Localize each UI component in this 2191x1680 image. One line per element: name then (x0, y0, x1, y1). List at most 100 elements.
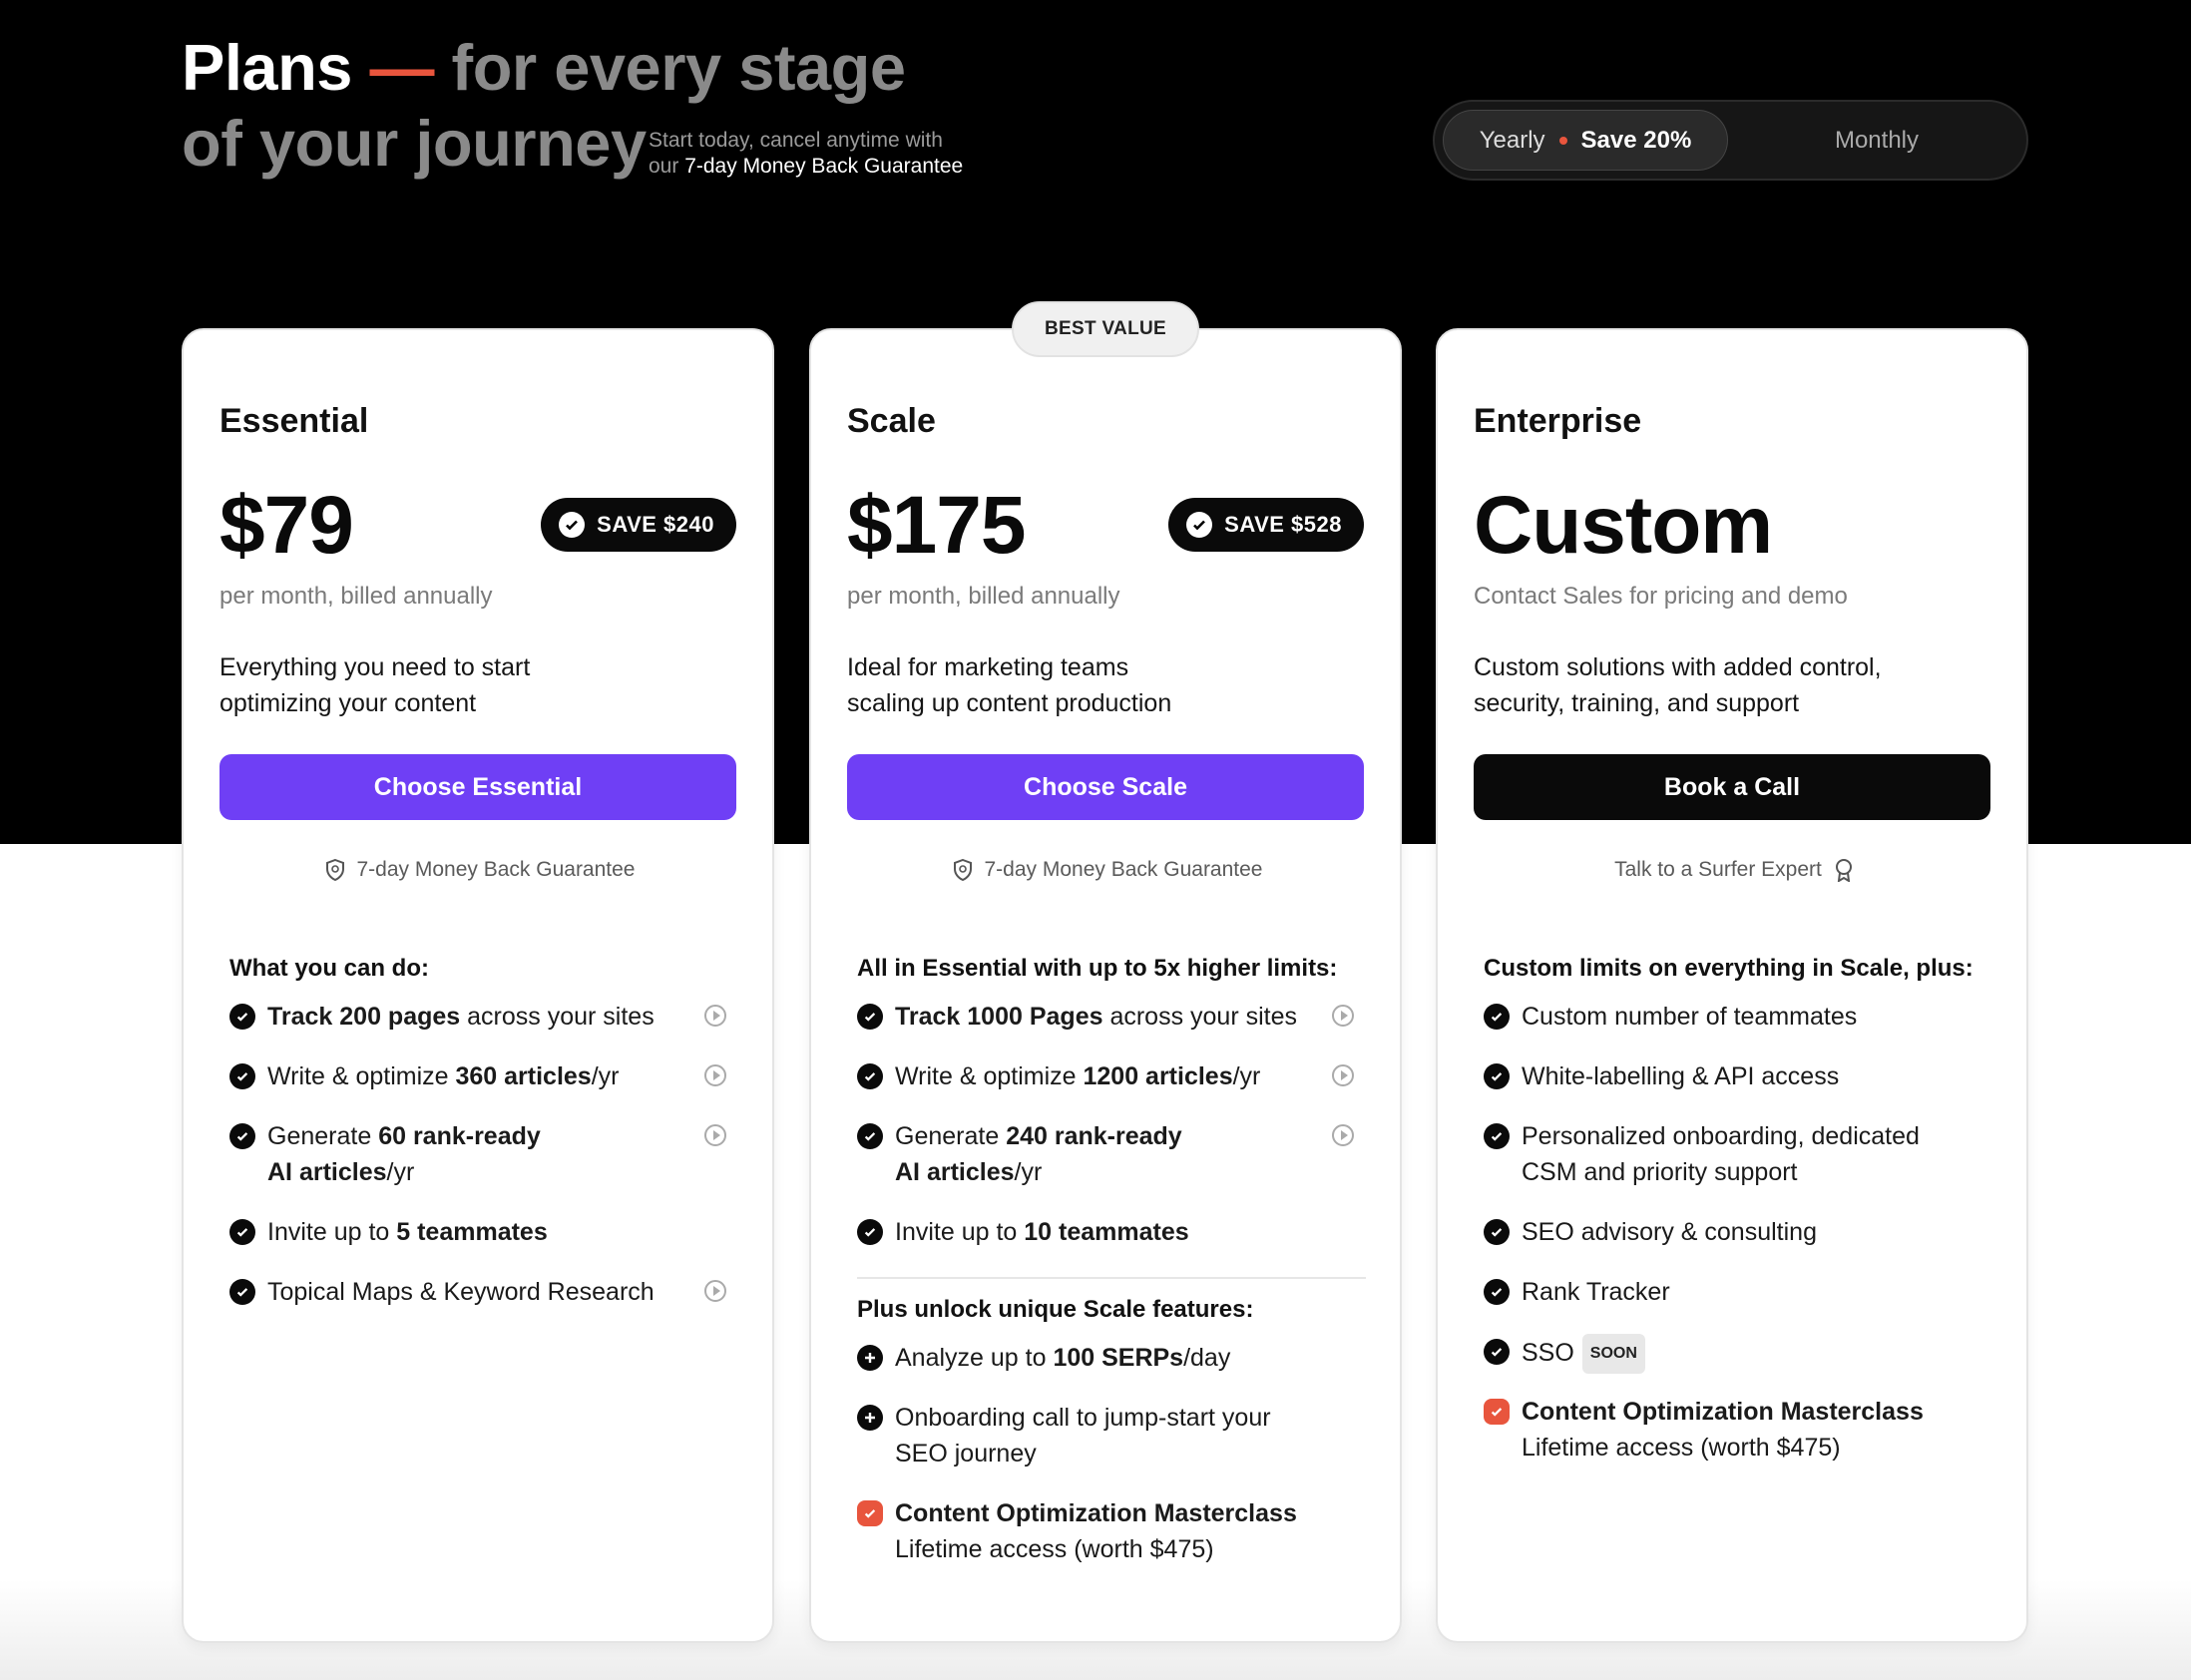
yearly-save-label: Save 20% (1580, 126, 1692, 154)
feature-text: Personalized onboarding, dedicated (1522, 1122, 1920, 1150)
billing-note: per month, billed annually (219, 583, 493, 610)
hero-subtitle: Start today, cancel anytime with our 7-d… (649, 128, 963, 180)
subtitle-our: our (649, 155, 679, 178)
feature-item: Topical Maps & Keyword Research (229, 1274, 738, 1310)
talk-to-expert-link[interactable]: Talk to a Surfer Expert (1438, 858, 2030, 882)
play-video-icon[interactable] (704, 1064, 726, 1086)
choose-scale-button[interactable]: Choose Scale (847, 754, 1364, 820)
shield-icon (953, 859, 972, 881)
dot-icon (1558, 136, 1567, 145)
toggle-yearly-option[interactable]: Yearly Save 20% (1443, 110, 1728, 171)
feature-text: /yr (1232, 1062, 1261, 1090)
plus-icon (857, 1345, 883, 1371)
choose-essential-button[interactable]: Choose Essential (219, 754, 736, 820)
feature-bold: Content Optimization Masterclass (895, 1499, 1297, 1527)
feature-bold: AI articles (895, 1158, 1015, 1186)
check-badge-icon (1186, 512, 1213, 538)
feature-item: Invite up to 10 teammates (857, 1214, 1366, 1250)
play-video-icon[interactable] (704, 1005, 726, 1027)
money-back-guarantee: 7-day Money Back Guarantee (184, 858, 776, 882)
save-badge: SAVE $528 (1168, 498, 1364, 552)
check-badge-icon (559, 512, 586, 538)
feature-text: SEO journey (895, 1440, 1037, 1468)
features-title: All in Essential with up to 5x higher li… (857, 955, 1338, 982)
plan-price: $175 (847, 480, 1026, 571)
feature-text: /yr (386, 1158, 415, 1186)
feature-text: Rank Tracker (1522, 1278, 1670, 1306)
award-icon (1835, 859, 1852, 882)
guarantee-label: 7-day Money Back Guarantee (984, 858, 1263, 881)
feature-bold: 240 rank-ready (1006, 1122, 1182, 1150)
feature-item: Rank Tracker (1484, 1274, 1992, 1310)
feature-bold: 100 SERPs (1053, 1344, 1184, 1372)
description-line1: Custom solutions with added control, (1474, 653, 1882, 681)
feature-text: across your sites (460, 1003, 655, 1031)
save-badge: SAVE $240 (541, 498, 736, 552)
feature-bold: Content Optimization Masterclass (1522, 1398, 1924, 1426)
unlock-item: Content Optimization Masterclass Lifetime… (857, 1495, 1366, 1567)
play-video-icon[interactable] (704, 1280, 726, 1302)
plan-name: Enterprise (1474, 402, 1642, 440)
unlock-item: Analyze up to 100 SERPs/day (857, 1340, 1366, 1376)
check-icon (1484, 1279, 1510, 1305)
feature-item: White-labelling & API access (1484, 1058, 1992, 1094)
feature-text: SEO advisory & consulting (1522, 1218, 1817, 1246)
feature-text: Lifetime access (worth $475) (1522, 1434, 1841, 1462)
plus-icon (857, 1405, 883, 1431)
feature-item: SEO advisory & consulting (1484, 1214, 1992, 1250)
plan-description: Ideal for marketing teams scaling up con… (847, 649, 1366, 721)
soon-badge: SOON (1581, 1334, 1645, 1374)
plan-card-enterprise: Enterprise Custom Contact Sales for pric… (1436, 328, 2028, 1643)
plan-name: Essential (219, 402, 369, 440)
feature-text: /day (1183, 1344, 1231, 1372)
feature-text: Topical Maps & Keyword Research (267, 1278, 655, 1306)
description-line1: Ideal for marketing teams (847, 653, 1129, 681)
feature-item: Track 1000 Pages across your sites (857, 999, 1366, 1035)
feature-bold: 10 teammates (1024, 1218, 1189, 1246)
description-line1: Everything you need to start (219, 653, 531, 681)
play-video-icon[interactable] (704, 1124, 726, 1146)
feature-text: Write & optimize (267, 1062, 456, 1090)
plan-price: Custom (1474, 480, 1773, 571)
feature-text: across your sites (1102, 1003, 1298, 1031)
guarantee-label: 7-day Money Back Guarantee (356, 858, 636, 881)
feature-item: Write & optimize 360 articles/yr (229, 1058, 738, 1094)
divider (857, 1277, 1366, 1279)
description-line2: scaling up content production (847, 689, 1172, 717)
play-video-icon[interactable] (1332, 1064, 1354, 1086)
yearly-label: Yearly (1479, 126, 1545, 154)
features-title: Custom limits on everything in Scale, pl… (1484, 955, 1973, 982)
title-plans: Plans (182, 31, 352, 104)
subtitle-line1: Start today, cancel anytime with (649, 129, 943, 152)
book-a-call-button[interactable]: Book a Call (1474, 754, 1990, 820)
subtitle-guarantee: 7-day Money Back Guarantee (684, 155, 964, 178)
play-video-icon[interactable] (1332, 1005, 1354, 1027)
best-value-badge: BEST VALUE (1012, 301, 1199, 357)
feature-bold: Track 1000 Pages (895, 1003, 1103, 1031)
feature-item: Write & optimize 1200 articles/yr (857, 1058, 1366, 1094)
check-icon (1484, 1063, 1510, 1089)
monthly-label: Monthly (1834, 126, 1920, 154)
feature-text: Generate (895, 1122, 1007, 1150)
shield-icon (325, 859, 344, 881)
feature-bold: 5 teammates (396, 1218, 548, 1246)
check-icon (857, 1123, 883, 1149)
billing-note: Contact Sales for pricing and demo (1474, 583, 1848, 610)
check-icon (229, 1063, 255, 1089)
feature-text: Write & optimize (895, 1062, 1084, 1090)
feature-bold: Track 200 pages (267, 1003, 461, 1031)
toggle-monthly-option[interactable]: Monthly (1734, 110, 2019, 171)
check-icon (229, 1123, 255, 1149)
feature-bold: 1200 articles (1083, 1062, 1233, 1090)
play-video-icon[interactable] (1332, 1124, 1354, 1146)
title-line1: for every stage (451, 31, 906, 104)
feature-text: Invite up to (895, 1218, 1025, 1246)
feature-text: Invite up to (267, 1218, 397, 1246)
feature-text: Analyze up to (895, 1344, 1054, 1372)
billing-toggle: Yearly Save 20% Monthly (1433, 100, 2028, 181)
feature-text: SSO (1522, 1339, 1574, 1367)
feature-text: Custom number of teammates (1522, 1003, 1858, 1031)
description-line2: optimizing your content (219, 689, 477, 717)
feature-text: /yr (591, 1062, 620, 1090)
feature-text: Generate (267, 1122, 379, 1150)
